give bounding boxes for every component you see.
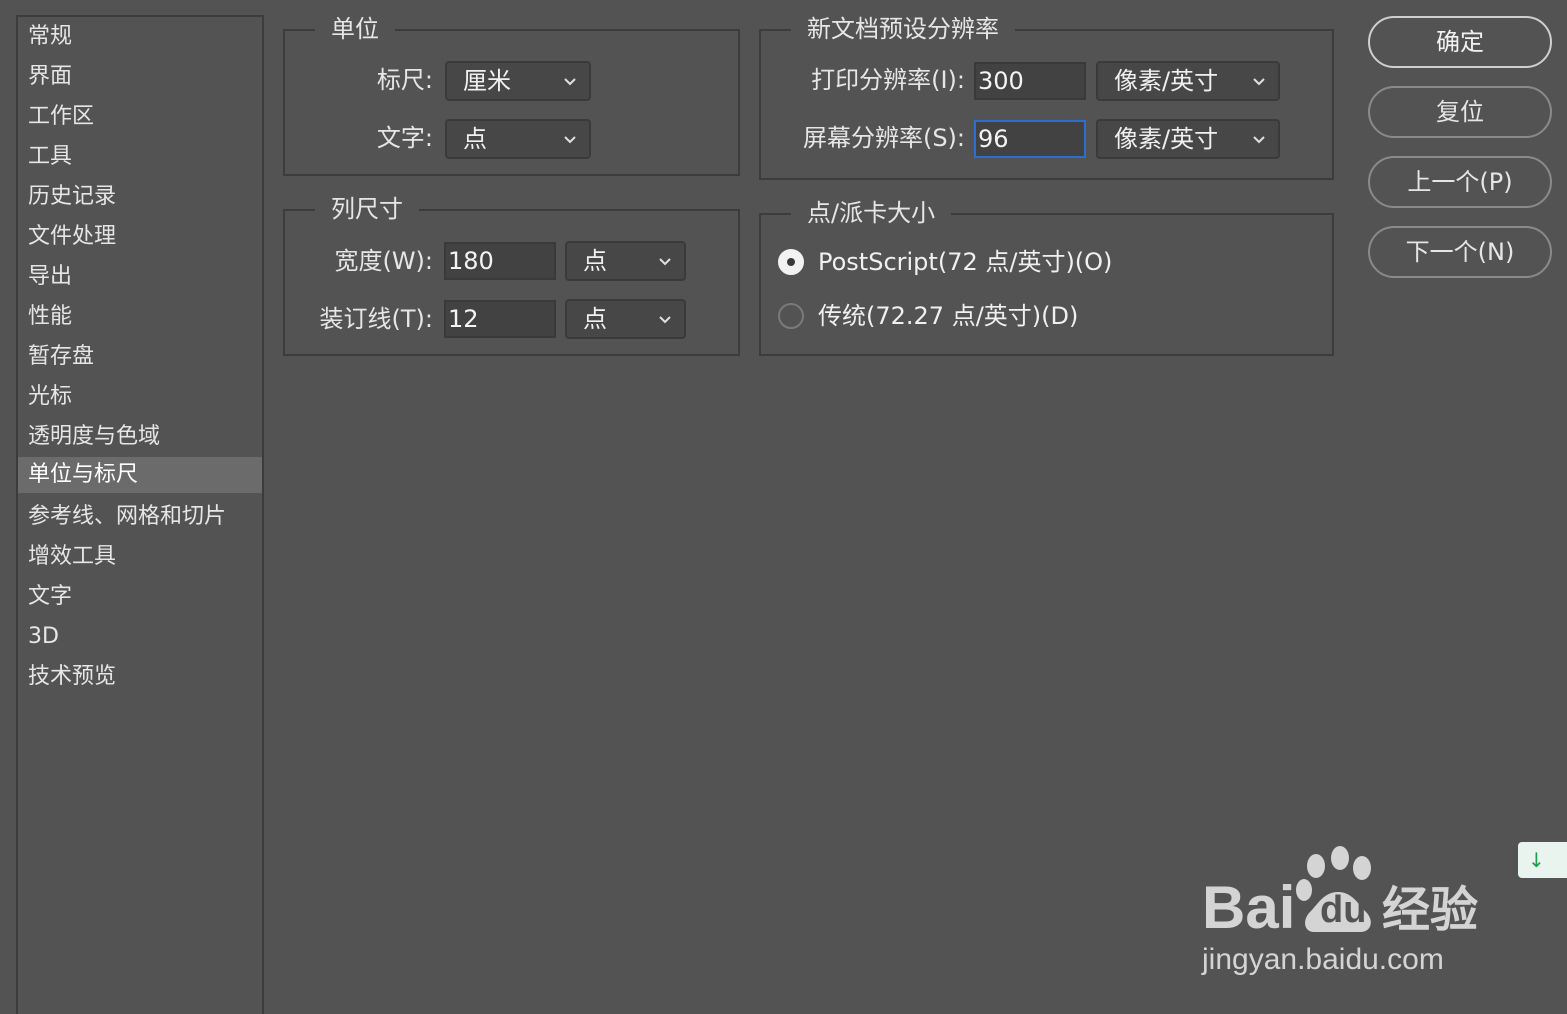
chevron-down-icon [1253, 78, 1265, 86]
sidebar-item-plugins[interactable]: 增效工具 [18, 539, 262, 575]
width-label: 宽度(W): [334, 247, 433, 275]
point-size-group: 点/派卡大小 PostScript(72 点/英寸)(O) 传统(72.27 点… [759, 197, 1334, 356]
sidebar-item-3d[interactable]: 3D [18, 619, 262, 655]
reset-button[interactable]: 复位 [1368, 86, 1552, 138]
download-arrow-icon: ↓ [1528, 848, 1545, 872]
screen-resolution-unit-value: 像素/英寸 [1114, 125, 1219, 153]
screen-resolution-label: 屏幕分辨率(S): [802, 124, 965, 152]
gutter-input[interactable]: 12 [444, 300, 556, 338]
sidebar-item-workspace[interactable]: 工作区 [18, 99, 262, 135]
chevron-down-icon [564, 136, 576, 144]
screen-resolution-input[interactable]: 96 [974, 120, 1086, 158]
chevron-down-icon [1253, 136, 1265, 144]
print-resolution-unit-select[interactable]: 像素/英寸 [1096, 61, 1280, 101]
sidebar-item-scratch-disks[interactable]: 暂存盘 [18, 339, 262, 375]
sidebar-item-transparency[interactable]: 透明度与色域 [18, 419, 262, 455]
postscript-radio[interactable] [778, 249, 804, 275]
type-unit-select[interactable]: 点 [445, 119, 591, 159]
watermark-url: jingyan.baidu.com [1202, 943, 1444, 976]
gutter-unit-value: 点 [583, 305, 607, 333]
sidebar-item-interface[interactable]: 界面 [18, 59, 262, 95]
sidebar-item-general[interactable]: 常规 [18, 19, 262, 55]
units-group-title: 单位 [315, 13, 395, 45]
download-tab[interactable]: ↓ [1518, 842, 1567, 878]
sidebar-item-type[interactable]: 文字 [18, 579, 262, 615]
postscript-radio-label: PostScript(72 点/英寸)(O) [818, 248, 1113, 276]
chevron-down-icon [564, 78, 576, 86]
gutter-label: 装订线(T): [319, 305, 433, 333]
ok-button[interactable]: 确定 [1368, 16, 1552, 68]
sidebar-item-history[interactable]: 历史记录 [18, 179, 262, 215]
type-unit-value: 点 [463, 125, 487, 153]
print-resolution-unit-value: 像素/英寸 [1114, 67, 1219, 95]
postscript-radio-option[interactable]: PostScript(72 点/英寸)(O) [778, 245, 1298, 281]
ruler-unit-value: 厘米 [463, 67, 511, 95]
watermark-brand-cn: 经验 [1382, 882, 1479, 938]
print-resolution-input[interactable]: 300 [974, 62, 1086, 100]
traditional-radio-label: 传统(72.27 点/英寸)(D) [818, 302, 1079, 330]
type-label: 文字: [376, 124, 433, 152]
watermark-brand-du: du [1320, 889, 1367, 931]
watermark-brand: Bai [1202, 874, 1296, 941]
traditional-radio[interactable] [778, 303, 804, 329]
width-unit-value: 点 [583, 247, 607, 275]
ruler-label: 标尺: [376, 66, 433, 94]
width-unit-select[interactable]: 点 [565, 241, 686, 281]
preferences-dialog: 常规 界面 工作区 工具 历史记录 文件处理 导出 性能 暂存盘 光标 透明度与… [0, 0, 1567, 1014]
sidebar-item-tools[interactable]: 工具 [18, 139, 262, 175]
sidebar-item-file-handling[interactable]: 文件处理 [18, 219, 262, 255]
sidebar-item-units-rulers[interactable]: 单位与标尺 [18, 457, 262, 493]
sidebar-item-tech-previews[interactable]: 技术预览 [18, 659, 262, 695]
resolution-group: 新文档预设分辨率 打印分辨率(I): 300 像素/英寸 屏幕分辨率(S): 9… [759, 13, 1334, 180]
gutter-unit-select[interactable]: 点 [565, 299, 686, 339]
width-input[interactable]: 180 [444, 242, 556, 280]
chevron-down-icon [659, 258, 671, 266]
ruler-unit-select[interactable]: 厘米 [445, 61, 591, 101]
resolution-group-title: 新文档预设分辨率 [791, 13, 1015, 45]
prev-button[interactable]: 上一个(P) [1368, 156, 1552, 208]
column-size-group: 列尺寸 宽度(W): 180 点 装订线(T): 12 点 [283, 193, 740, 356]
column-size-group-title: 列尺寸 [315, 193, 419, 225]
point-size-group-title: 点/派卡大小 [791, 197, 952, 229]
traditional-radio-option[interactable]: 传统(72.27 点/英寸)(D) [778, 299, 1298, 335]
preferences-sidebar: 常规 界面 工作区 工具 历史记录 文件处理 导出 性能 暂存盘 光标 透明度与… [16, 15, 264, 1014]
sidebar-item-guides-grid[interactable]: 参考线、网格和切片 [18, 499, 262, 535]
sidebar-item-performance[interactable]: 性能 [18, 299, 262, 335]
print-resolution-label: 打印分辨率(I): [811, 66, 965, 94]
sidebar-item-export[interactable]: 导出 [18, 259, 262, 295]
next-button[interactable]: 下一个(N) [1368, 226, 1552, 278]
chevron-down-icon [659, 316, 671, 324]
screen-resolution-unit-select[interactable]: 像素/英寸 [1096, 119, 1280, 159]
units-group: 单位 标尺: 厘米 文字: 点 [283, 13, 740, 176]
sidebar-item-cursors[interactable]: 光标 [18, 379, 262, 415]
